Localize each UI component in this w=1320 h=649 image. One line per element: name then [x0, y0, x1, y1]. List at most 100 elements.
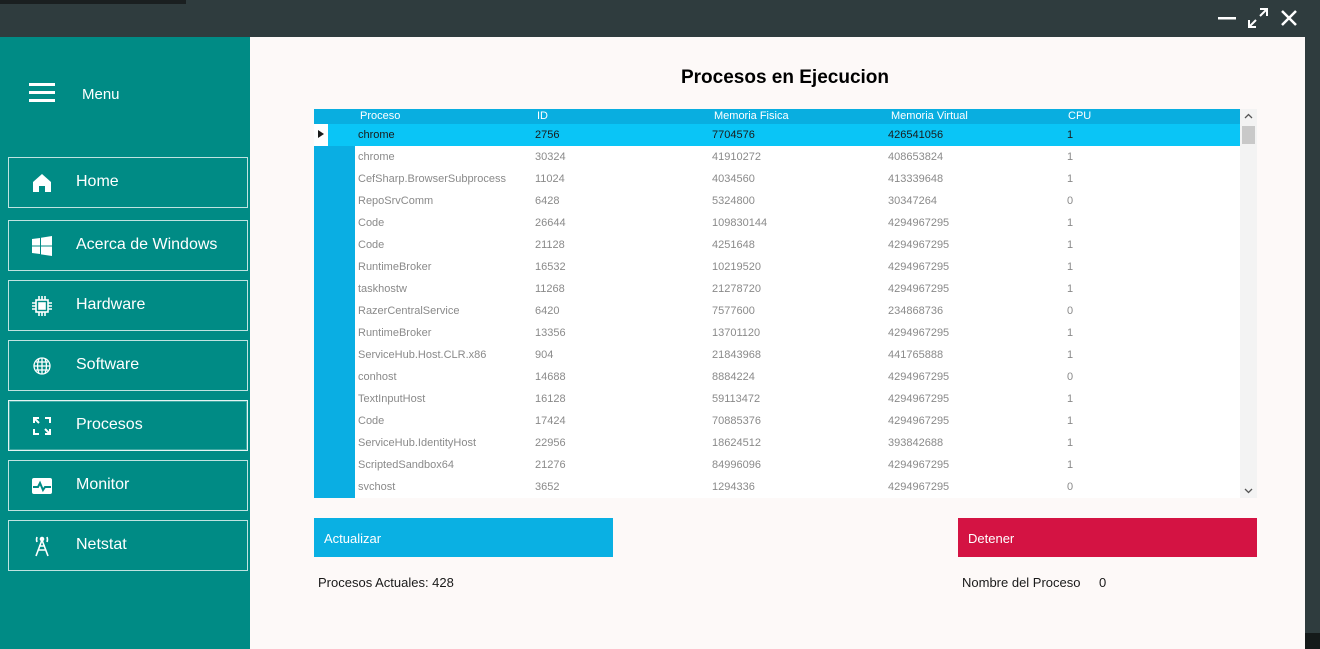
cell-cpu: 0: [1067, 195, 1074, 207]
cell-id: 16128: [535, 393, 566, 405]
cell-cpu: 0: [1067, 481, 1074, 493]
sidebar-item-monitor[interactable]: Monitor: [8, 460, 248, 511]
table-row[interactable]: Code 21128 4251648 4294967295 1: [314, 234, 1240, 256]
table-row[interactable]: RuntimeBroker 13356 13701120 4294967295 1: [314, 322, 1240, 344]
chip-icon: [31, 295, 53, 317]
cell-proceso: CefSharp.BrowserSubprocess: [358, 173, 506, 185]
table-row[interactable]: chrome 2756 7704576 426541056 1: [314, 124, 1240, 146]
cell-memoria-virtual: 408653824: [888, 151, 944, 163]
update-button[interactable]: Actualizar: [314, 518, 613, 557]
table-row[interactable]: TextInputHost 16128 59113472 4294967295 1: [314, 388, 1240, 410]
current-row-indicator: [314, 124, 328, 146]
table-row[interactable]: ServiceHub.Host.CLR.x86 904 21843968 441765…: [314, 344, 1240, 366]
refresh-icon: [31, 415, 53, 437]
table-row[interactable]: ServiceHub.IdentityHost 22956 18624512 3938…: [314, 432, 1240, 454]
cell-memoria-virtual: 4294967295: [888, 217, 950, 229]
scroll-up-icon[interactable]: [1240, 109, 1257, 124]
cell-id: 6420: [535, 305, 560, 317]
background-window-strip: [0, 0, 186, 4]
antenna-icon: [31, 535, 53, 557]
cell-id: 26644: [535, 217, 566, 229]
cell-cpu: 1: [1067, 415, 1074, 427]
table-row[interactable]: Code 26644 109830144 4294967295 1: [314, 212, 1240, 234]
sidebar-item-netstat[interactable]: Netstat: [8, 520, 248, 571]
column-header-cpu[interactable]: CPU: [1068, 110, 1091, 122]
cell-memoria-fisica: 7577600: [712, 305, 755, 317]
cell-proceso: ServiceHub.Host.CLR.x86: [358, 349, 487, 361]
cell-memoria-fisica: 8884224: [712, 371, 755, 383]
cell-id: 11268: [535, 283, 565, 295]
cell-proceso: RepoSrvComm: [358, 195, 434, 207]
menu-label: Menu: [82, 86, 120, 103]
cell-proceso: ServiceHub.IdentityHost: [358, 437, 476, 449]
cell-cpu: 1: [1067, 239, 1074, 251]
table-row[interactable]: taskhostw 11268 21278720 4294967295 1: [314, 278, 1240, 300]
stop-button[interactable]: Detener: [958, 518, 1257, 557]
column-header-memoria-virtual[interactable]: Memoria Virtual: [891, 110, 968, 122]
vertical-scrollbar[interactable]: [1240, 109, 1257, 498]
close-icon[interactable]: [1277, 6, 1301, 30]
cell-proceso: Code: [358, 217, 385, 229]
sidebar-item-label: Netstat: [76, 536, 127, 553]
cell-cpu: 1: [1067, 173, 1074, 185]
sidebar-item-procesos[interactable]: Procesos: [8, 400, 248, 451]
sidebar-item-label: Acerca de Windows: [76, 236, 218, 253]
cell-memoria-virtual: 426541056: [888, 129, 944, 141]
hamburger-icon[interactable]: [29, 83, 55, 103]
cell-memoria-virtual: 4294967295: [888, 393, 950, 405]
table-header: Proceso ID Memoria Fisica Memoria Virtua…: [314, 109, 1240, 124]
cell-memoria-fisica: 13701120: [712, 327, 761, 339]
table-row[interactable]: chrome 30324 41910272 408653824 1: [314, 146, 1240, 168]
cell-memoria-fisica: 7704576: [712, 129, 755, 141]
cell-proceso: taskhostw: [358, 283, 407, 295]
cell-id: 2756: [535, 129, 560, 141]
cell-memoria-fisica: 5324800: [712, 195, 755, 207]
cell-proceso: RuntimeBroker: [358, 261, 432, 273]
table-row[interactable]: Code 17424 70885376 4294967295 1: [314, 410, 1240, 432]
sidebar-item-label: Home: [76, 173, 119, 190]
scroll-thumb[interactable]: [1242, 126, 1255, 144]
cell-proceso: RazerCentralService: [358, 305, 460, 317]
column-header-id[interactable]: ID: [537, 110, 548, 122]
cell-proceso: RuntimeBroker: [358, 327, 432, 339]
cell-id: 14688: [535, 371, 566, 383]
cell-memoria-fisica: 21843968: [712, 349, 761, 361]
sidebar-item-label: Monitor: [76, 476, 130, 493]
column-header-memoria-fisica[interactable]: Memoria Fisica: [714, 110, 789, 122]
cell-memoria-fisica: 10219520: [712, 261, 761, 273]
sidebar-item-label: Procesos: [76, 416, 143, 433]
cell-memoria-fisica: 59113472: [712, 393, 761, 405]
cell-proceso: chrome: [358, 129, 395, 141]
cell-cpu: 0: [1067, 305, 1074, 317]
table-row[interactable]: RepoSrvComm 6428 5324800 30347264 0: [314, 190, 1240, 212]
table-row[interactable]: RuntimeBroker 16532 10219520 4294967295 1: [314, 256, 1240, 278]
sidebar-item-acerca-de-windows[interactable]: Acerca de Windows: [8, 220, 248, 271]
cell-id: 13356: [535, 327, 566, 339]
menu-header: Menu: [0, 37, 250, 147]
process-table[interactable]: Proceso ID Memoria Fisica Memoria Virtua…: [314, 109, 1257, 498]
table-row[interactable]: RazerCentralService 6420 7577600 234868736 0: [314, 300, 1240, 322]
cell-cpu: 1: [1067, 151, 1074, 163]
cell-cpu: 1: [1067, 327, 1074, 339]
cell-memoria-fisica: 4251648: [712, 239, 755, 251]
window-corner: [1305, 633, 1320, 649]
cell-memoria-virtual: 393842688: [888, 437, 944, 449]
minimize-icon[interactable]: [1215, 6, 1239, 30]
maximize-icon[interactable]: [1246, 6, 1270, 30]
sidebar-item-home[interactable]: Home: [8, 157, 248, 208]
cell-memoria-fisica: 70885376: [712, 415, 761, 427]
cell-memoria-fisica: 21278720: [712, 283, 761, 295]
cell-id: 6428: [535, 195, 560, 207]
sidebar-item-software[interactable]: Software: [8, 340, 248, 391]
title-bar: [0, 0, 1320, 37]
scroll-down-icon[interactable]: [1240, 483, 1257, 498]
table-row[interactable]: svchost 3652 1294336 4294967295 0: [314, 476, 1240, 498]
process-name-value: 0: [1099, 575, 1107, 590]
sidebar-item-hardware[interactable]: Hardware: [8, 280, 248, 331]
column-header-proceso[interactable]: Proceso: [360, 110, 400, 122]
table-row[interactable]: ScriptedSandbox64 21276 84996096 4294967295…: [314, 454, 1240, 476]
cell-memoria-fisica: 109830144: [712, 217, 768, 229]
cell-memoria-virtual: 4294967295: [888, 415, 950, 427]
table-row[interactable]: conhost 14688 8884224 4294967295 0: [314, 366, 1240, 388]
table-row[interactable]: CefSharp.BrowserSubprocess 11024 4034560 41…: [314, 168, 1240, 190]
